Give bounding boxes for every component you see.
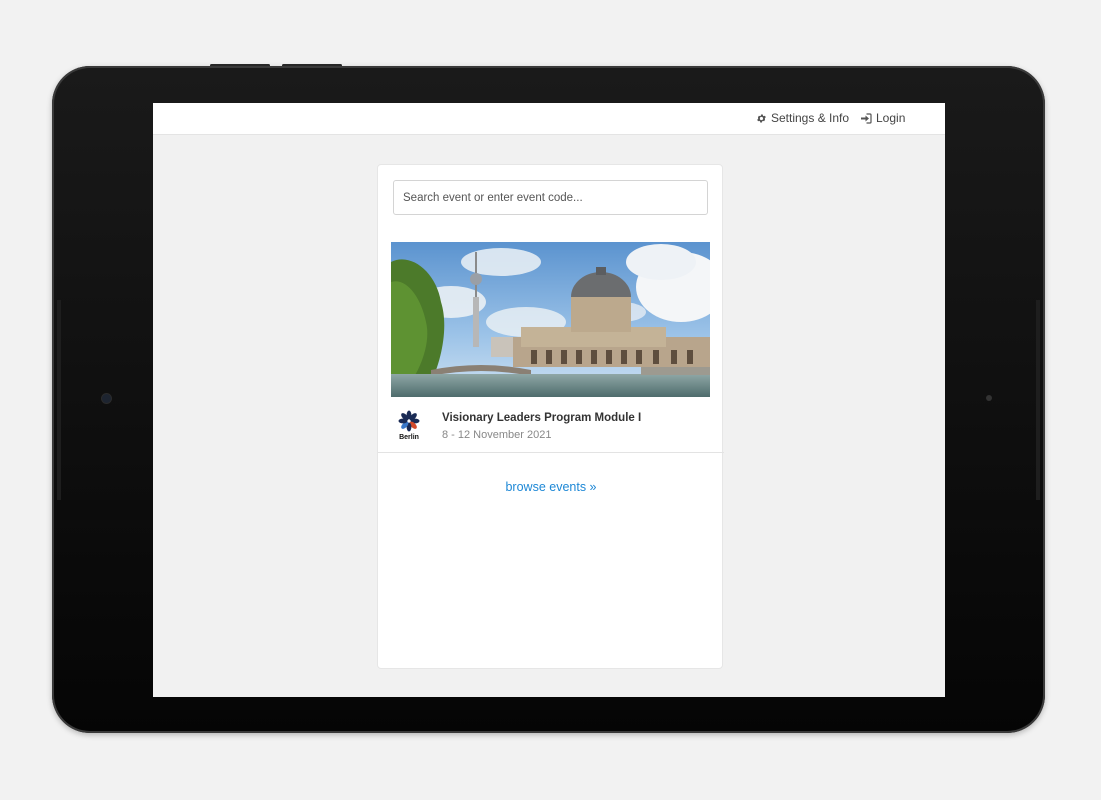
search-input[interactable] <box>393 180 708 215</box>
front-camera <box>102 394 111 403</box>
gear-icon <box>757 113 766 123</box>
sign-in-icon <box>861 112 872 124</box>
device-sensor <box>986 395 992 401</box>
browse-events-link[interactable]: browse events » <box>378 480 724 494</box>
settings-info-label: Settings & Info <box>771 111 850 125</box>
event-title: Visionary Leaders Program Module I <box>442 412 642 424</box>
logo-text: Berlin <box>399 434 419 441</box>
device-speaker-left <box>57 300 61 500</box>
event-image[interactable] <box>391 242 710 397</box>
device-speaker-right <box>1036 300 1040 500</box>
event-card: Berlin Visionary Leaders Program Module … <box>377 164 724 669</box>
event-date: 8 - 12 November 2021 <box>442 429 552 441</box>
app-screen: Settings & Info Login Search event or en… <box>153 103 945 697</box>
login-label: Login <box>876 111 906 125</box>
top-navigation-bar: Settings & Info Login <box>153 103 945 135</box>
event-logo: Berlin <box>396 410 422 444</box>
flower-logo-icon <box>398 410 420 432</box>
settings-info-link[interactable]: Settings & Info <box>756 111 849 125</box>
event-list-item[interactable]: Berlin Visionary Leaders Program Module … <box>378 397 724 453</box>
login-link[interactable]: Login <box>860 111 905 125</box>
